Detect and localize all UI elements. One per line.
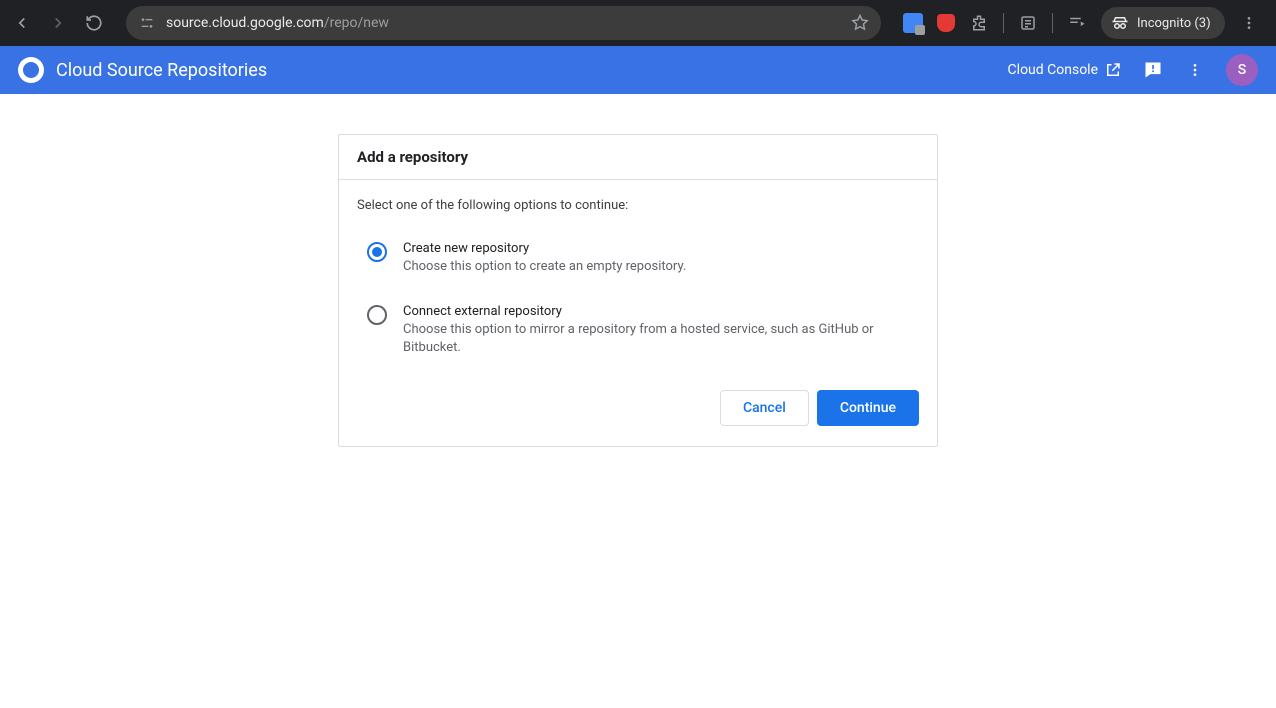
option-title: Create new repository bbox=[403, 241, 686, 256]
site-settings-icon[interactable] bbox=[138, 14, 156, 32]
incognito-indicator[interactable]: Incognito (3) bbox=[1101, 7, 1225, 39]
avatar-initial: S bbox=[1238, 62, 1246, 78]
card-title: Add a repository bbox=[339, 135, 937, 180]
add-repository-card: Add a repository Select one of the follo… bbox=[338, 134, 938, 447]
open-in-new-icon bbox=[1104, 61, 1122, 79]
incognito-label: Incognito (3) bbox=[1137, 16, 1211, 31]
option-title: Connect external repository bbox=[403, 304, 899, 319]
extensions-icon[interactable] bbox=[969, 13, 989, 33]
back-button[interactable] bbox=[8, 9, 36, 37]
divider bbox=[1052, 13, 1053, 33]
incognito-icon bbox=[1111, 14, 1129, 32]
radio-unselected-icon[interactable] bbox=[367, 305, 387, 325]
chrome-menu-icon[interactable] bbox=[1239, 13, 1259, 33]
more-menu-icon[interactable] bbox=[1184, 59, 1206, 81]
card-actions: Cancel Continue bbox=[357, 386, 919, 426]
bookmark-star-icon[interactable] bbox=[851, 14, 869, 32]
reload-button[interactable] bbox=[80, 9, 108, 37]
header-actions: Cloud Console S bbox=[1008, 54, 1258, 86]
divider bbox=[1003, 13, 1004, 33]
cloud-console-link[interactable]: Cloud Console bbox=[1008, 61, 1122, 79]
cancel-button[interactable]: Cancel bbox=[720, 390, 809, 426]
forward-button[interactable] bbox=[44, 9, 72, 37]
url-text: source.cloud.google.com/repo/new bbox=[166, 15, 841, 31]
url-host: source.cloud.google.com bbox=[166, 15, 324, 31]
user-avatar[interactable]: S bbox=[1226, 54, 1258, 86]
option-desc: Choose this option to create an empty re… bbox=[403, 258, 686, 276]
feedback-icon[interactable] bbox=[1142, 59, 1164, 81]
cancel-label: Cancel bbox=[743, 400, 786, 416]
app-header: Cloud Source Repositories Cloud Console … bbox=[0, 46, 1276, 94]
option-text: Connect external repository Choose this … bbox=[403, 304, 919, 357]
cloud-console-label: Cloud Console bbox=[1008, 62, 1098, 78]
continue-label: Continue bbox=[840, 400, 896, 416]
option-connect-external[interactable]: Connect external repository Choose this … bbox=[357, 304, 919, 357]
option-create-new[interactable]: Create new repository Choose this option… bbox=[357, 241, 919, 276]
browser-chrome: source.cloud.google.com/repo/new Incogni… bbox=[0, 0, 1276, 46]
chrome-toolbar-right: Incognito (3) bbox=[903, 7, 1259, 39]
card-body: Select one of the following options to c… bbox=[339, 180, 937, 446]
main-content: Add a repository Select one of the follo… bbox=[0, 94, 1276, 447]
option-desc: Choose this option to mirror a repositor… bbox=[403, 321, 899, 357]
media-control-icon[interactable] bbox=[1067, 13, 1087, 33]
option-text: Create new repository Choose this option… bbox=[403, 241, 706, 276]
address-bar[interactable]: source.cloud.google.com/repo/new bbox=[126, 6, 881, 40]
instruction-text: Select one of the following options to c… bbox=[357, 198, 919, 213]
radio-selected-icon[interactable] bbox=[367, 242, 387, 262]
url-path: /repo/new bbox=[324, 15, 389, 31]
app-logo-icon[interactable] bbox=[18, 57, 44, 83]
continue-button[interactable]: Continue bbox=[817, 390, 919, 426]
app-title: Cloud Source Repositories bbox=[56, 60, 1008, 81]
adblock-extension-icon[interactable] bbox=[937, 14, 955, 32]
translate-extension-icon[interactable] bbox=[903, 13, 923, 33]
reader-icon[interactable] bbox=[1018, 13, 1038, 33]
